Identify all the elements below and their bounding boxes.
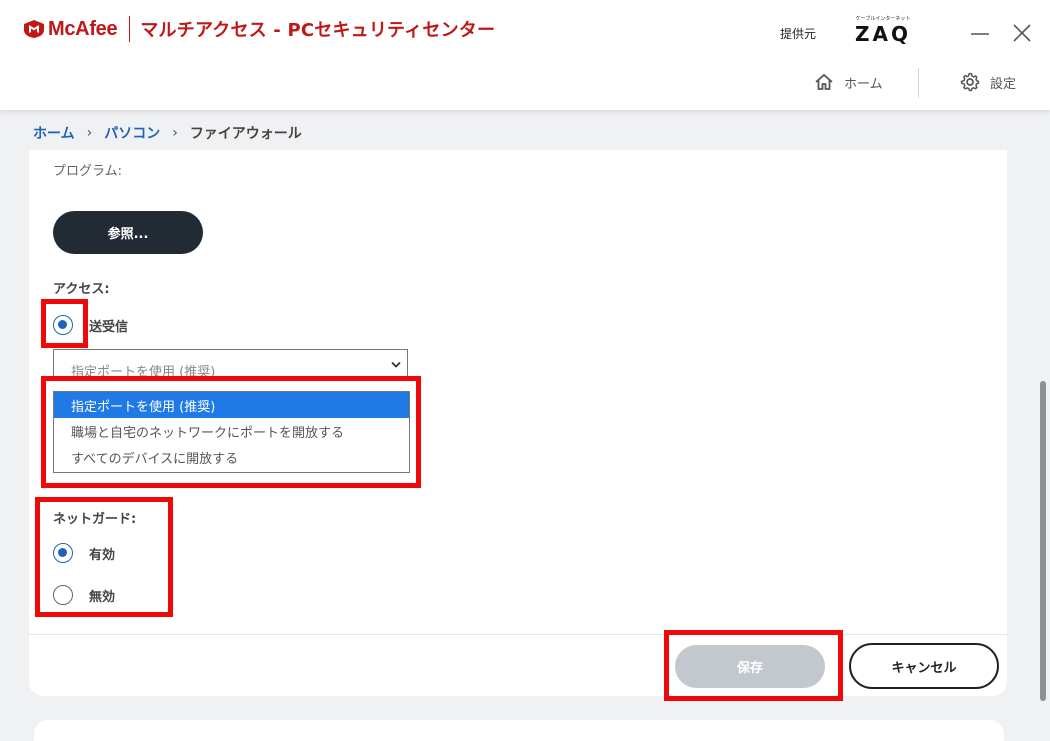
breadcrumb-current: ファイアウォール [189,126,302,142]
highlight-access-radio [41,299,88,348]
access-label: アクセス: [53,282,110,297]
browse-button[interactable]: 参照... [53,211,203,254]
highlight-save-button [664,630,843,701]
zaq-logo: ケーブルインターネット ZAQ [853,16,913,45]
provider-label: 提供元 [780,27,817,41]
nav-home-label: ホーム [844,76,883,92]
home-icon [815,73,833,90]
breadcrumb-home[interactable]: ホーム [33,123,75,143]
chevron-right-icon: › [86,125,93,141]
nav-settings-button[interactable]: 設定 [960,72,1016,92]
close-icon[interactable] [1010,20,1034,44]
program-label: プログラム: [53,164,122,179]
product-title: マルチアクセス - PCセキュリティセンター [140,20,496,41]
brand-divider [129,16,131,42]
chevron-right-icon: › [172,125,178,141]
chevron-down-icon [391,361,401,368]
highlight-port-dropdown [41,376,421,488]
access-send-receive-label: 送受信 [89,320,129,335]
gear-icon [960,72,980,92]
nav-settings-label: 設定 [990,76,1017,92]
brand-name: McAfee [48,17,118,40]
minimize-icon[interactable] [968,20,992,44]
next-card [34,720,1004,741]
breadcrumb-pc[interactable]: パソコン [104,123,160,143]
title-bar: McAfee マルチアクセス - PCセキュリティセンター 提供元 ケーブルイン… [0,0,1050,110]
nav-home-button[interactable]: ホーム [814,72,883,92]
highlight-netguard [35,497,173,617]
cancel-button[interactable]: キャンセル [849,643,999,689]
nav-divider [918,68,919,98]
zaq-logo-text: ZAQ [855,22,911,46]
mcafee-shield-icon [24,20,44,38]
breadcrumb: ホーム › パソコン › ファイアウォール [33,123,302,143]
footer-divider [29,634,1007,635]
brand: McAfee マルチアクセス - PCセキュリティセンター [24,16,495,42]
scrollbar-thumb[interactable] [1040,381,1046,701]
